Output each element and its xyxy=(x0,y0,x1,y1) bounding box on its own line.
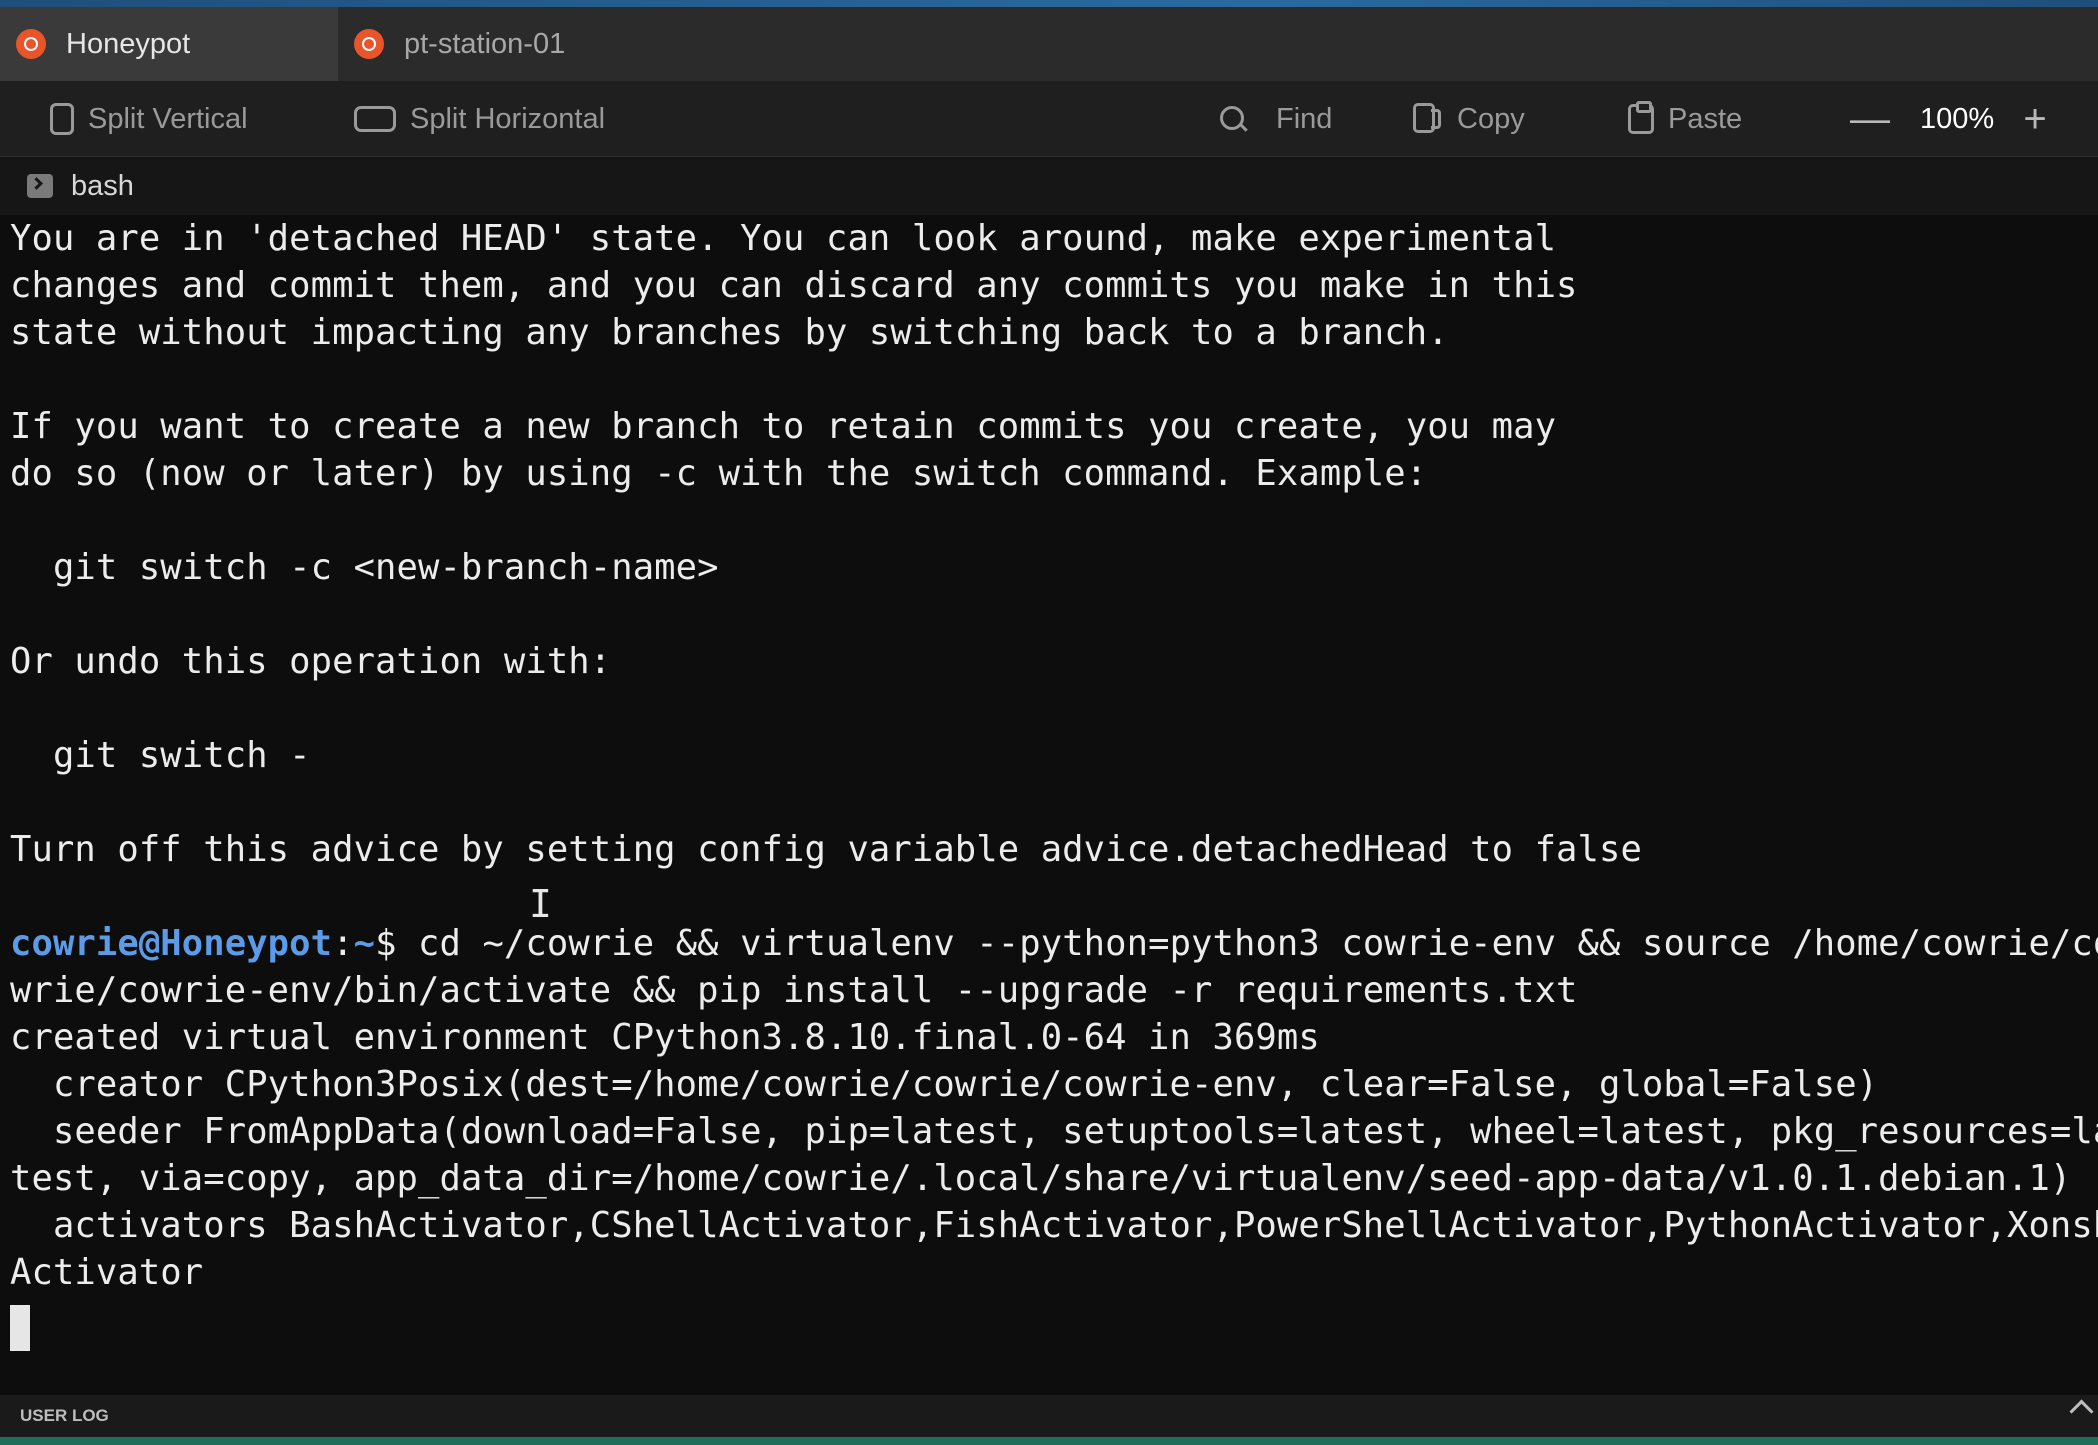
copy-icon xyxy=(1413,103,1443,135)
terminal-icon xyxy=(27,174,53,198)
copy-label: Copy xyxy=(1457,102,1525,135)
copy-button[interactable]: Copy xyxy=(1413,81,1525,157)
ubuntu-logo-icon xyxy=(16,29,46,59)
find-button[interactable]: Find xyxy=(1220,81,1332,157)
split-vertical-button[interactable]: Split Vertical xyxy=(50,81,248,157)
split-horizontal-icon xyxy=(354,106,396,132)
terminal-line: seeder FromAppData(download=False, pip=l… xyxy=(10,1111,2098,1152)
terminal-line: Turn off this advice by setting config v… xyxy=(10,829,1642,870)
window-bottom-accent xyxy=(0,1437,2098,1445)
terminal-line: git switch - xyxy=(10,735,311,776)
tab-pt-station-01[interactable]: pt-station-01 xyxy=(338,7,676,81)
terminal-line: wrie/cowrie-env/bin/activate && pip inst… xyxy=(10,970,1578,1011)
terminal-line: Activator xyxy=(10,1252,204,1293)
prompt-line: cowrie@Honeypot:~$ cd ~/cowrie && virtua… xyxy=(10,920,2098,967)
command-text: cd ~/cowrie && virtualenv --python=pytho… xyxy=(396,923,2098,964)
terminal-line: activators BashActivator,CShellActivator… xyxy=(10,1205,2098,1246)
terminal-line: You are in 'detached HEAD' state. You ca… xyxy=(10,218,1557,259)
window-top-accent xyxy=(0,0,2098,7)
tab-label: pt-station-01 xyxy=(404,27,566,60)
prompt-path: ~ xyxy=(353,923,376,964)
split-horizontal-button[interactable]: Split Horizontal xyxy=(354,81,605,157)
ubuntu-logo-icon xyxy=(354,29,384,59)
tab-honeypot[interactable]: Honeypot xyxy=(0,7,338,81)
prompt-user: cowrie@Honeypot xyxy=(10,923,333,964)
prompt-symbol: $ xyxy=(375,923,397,964)
terminal-line: git switch -c <new-branch-name> xyxy=(10,547,719,588)
pane-title: bash xyxy=(71,169,134,202)
terminal-output[interactable]: You are in 'detached HEAD' state. You ca… xyxy=(0,215,2098,1395)
toolbar: Split Vertical Split Horizontal Find Cop… xyxy=(0,81,2098,157)
text-cursor-icon: I xyxy=(529,882,552,926)
paste-label: Paste xyxy=(1668,102,1743,135)
tab-label: Honeypot xyxy=(66,27,191,60)
split-vertical-label: Split Vertical xyxy=(88,102,248,135)
user-log-label[interactable]: USER LOG xyxy=(20,1406,109,1426)
pane-header: bash xyxy=(0,157,2098,215)
terminal-line: changes and commit them, and you can dis… xyxy=(10,265,1578,306)
terminal-line: Or undo this operation with: xyxy=(10,641,612,682)
zoom-out-button[interactable]: — xyxy=(1850,81,1890,157)
find-label: Find xyxy=(1276,102,1333,135)
terminal-cursor xyxy=(10,1305,30,1351)
zoom-level: 100% xyxy=(1920,102,1995,135)
clipboard-icon xyxy=(1628,101,1654,134)
paste-button[interactable]: Paste xyxy=(1628,81,1742,157)
tab-bar: Honeypot pt-station-01 xyxy=(0,7,2098,81)
terminal-line: test, via=copy, app_data_dir=/home/cowri… xyxy=(10,1158,2072,1199)
status-bar: USER LOG xyxy=(0,1395,2098,1437)
chevron-up-icon[interactable] xyxy=(2069,1399,2094,1424)
terminal-line: do so (now or later) by using -c with th… xyxy=(10,453,1428,494)
terminal-line: state without impacting any branches by … xyxy=(10,312,1449,353)
zoom-in-button[interactable]: + xyxy=(2015,81,2055,157)
split-horizontal-label: Split Horizontal xyxy=(410,102,606,135)
split-vertical-icon xyxy=(50,103,74,135)
search-icon xyxy=(1220,106,1246,132)
terminal-line: If you want to create a new branch to re… xyxy=(10,406,1557,447)
terminal-line: creator CPython3Posix(dest=/home/cowrie/… xyxy=(10,1064,1879,1105)
terminal-line: created virtual environment CPython3.8.1… xyxy=(10,1017,1320,1058)
prompt-separator: : xyxy=(332,923,354,964)
